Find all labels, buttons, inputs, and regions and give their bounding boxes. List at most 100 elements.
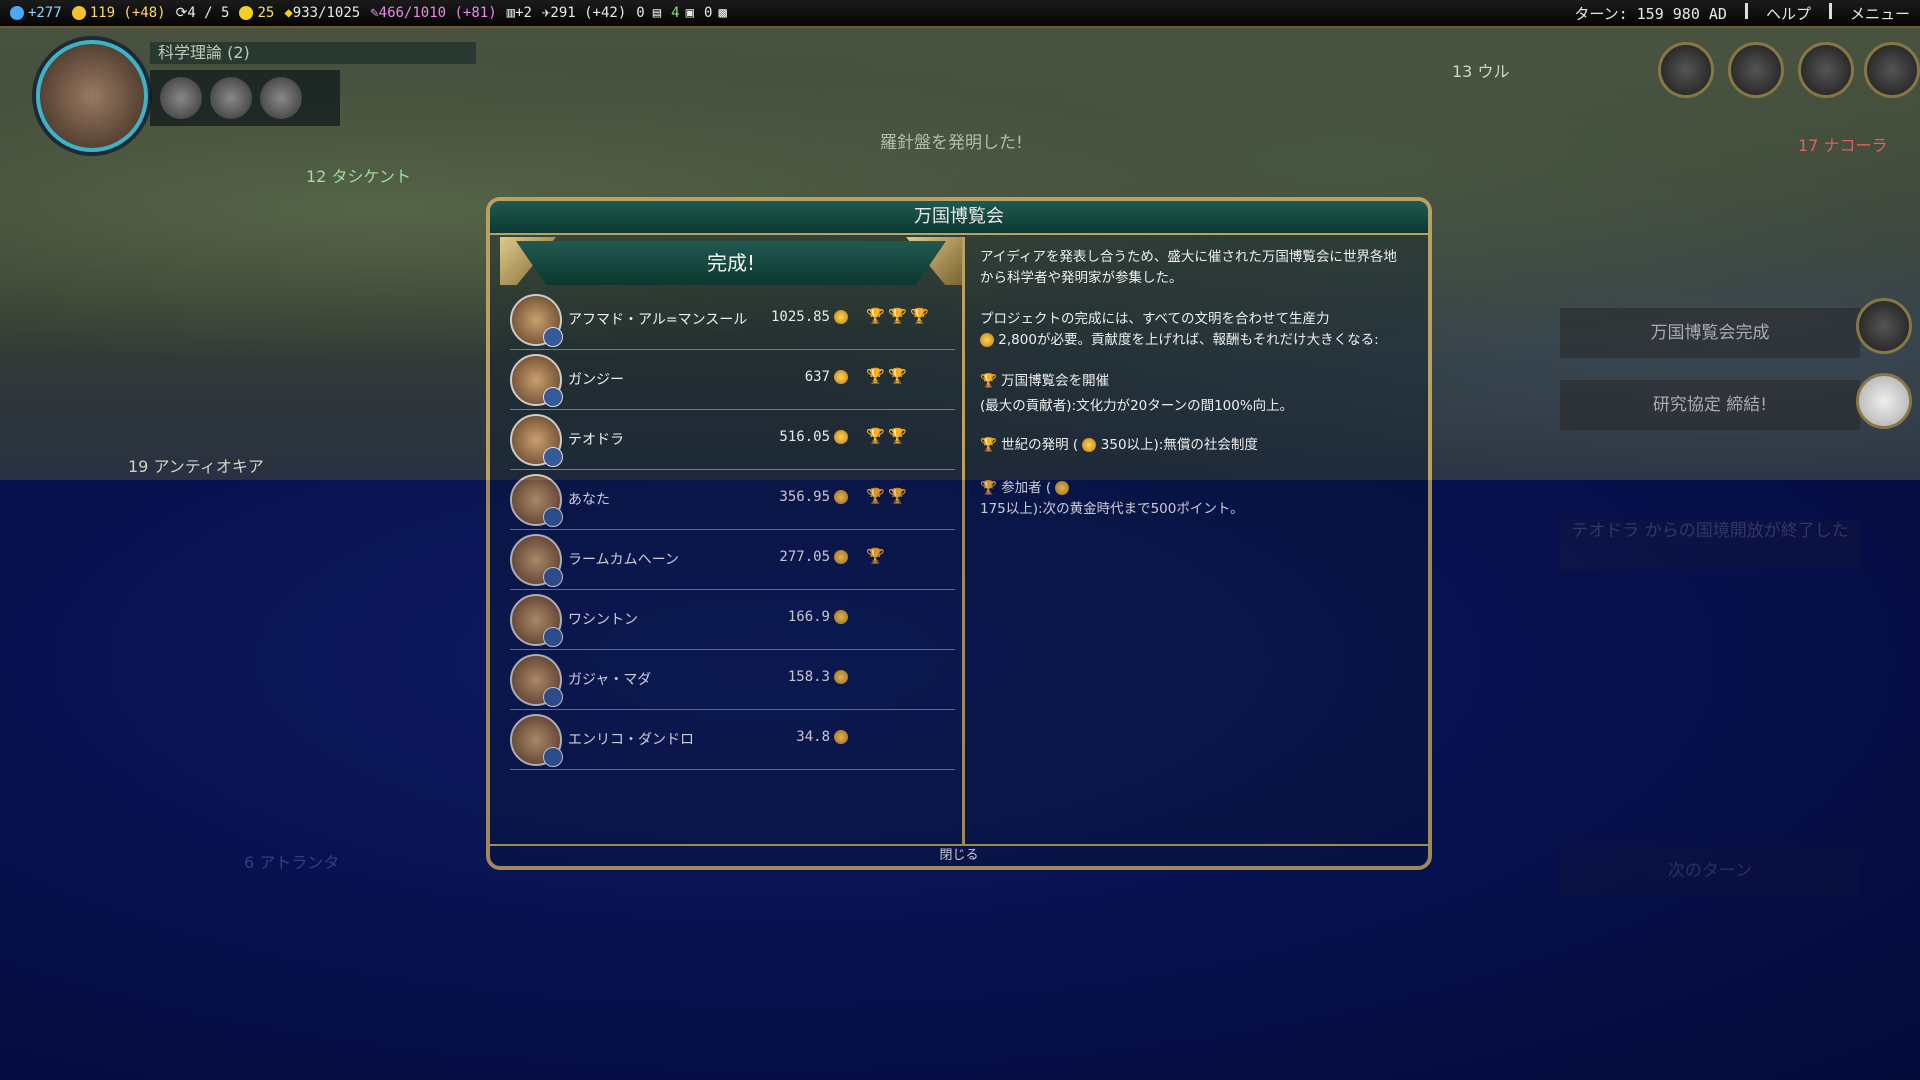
leader-avatar [510,354,563,407]
faith-stat[interactable]: ✈ 291 (+42) [542,5,626,21]
count-a-value: 0 [636,5,645,21]
science-icon [10,6,24,20]
resource-a-icon: ▤ [652,5,662,21]
culture-stat[interactable]: ✎ 466/1010 (+81) [370,5,496,21]
count-c-value: 0 [704,5,713,21]
resource-c-icon: ▩ [718,5,727,21]
production-icon [1082,438,1097,452]
golden-age-stat[interactable]: ◆ 933/1025 [284,5,360,21]
leader-avatar [510,294,563,347]
happiness-value: 25 [257,5,275,21]
bronze-trophy-icon: 🏆 [866,307,885,325]
gold-stat[interactable]: 119 (+48) [71,5,166,21]
tourism-value: +2 [515,5,532,21]
trade-route-icon: ⟳ [175,5,188,21]
current-research[interactable]: 科学理論 (2) [150,42,476,64]
gold-icon [71,6,86,20]
trade-route-value: 4 / 5 [187,5,230,21]
menu-button[interactable]: メニュー [1850,3,1910,24]
count-b-value: 4 [671,5,680,21]
close-icon[interactable] [1856,373,1912,429]
civ-emblem-icon [543,387,563,407]
bronze-trophy-icon: 🏆 [866,427,885,445]
gold-trophy-icon: 🏆 [910,307,929,325]
contribution-value: 1025.85 [770,309,830,325]
production-icon [980,333,994,347]
turn-counter: ターン: 159 980 AD [1574,5,1727,23]
reward-host-title: 万国博覧会を開催 [1001,373,1110,389]
notification-icon[interactable] [1856,298,1912,354]
reward-host-body: (最大の貢献者):文化力が20ターンの間100%向上。 [980,398,1294,414]
silver-trophy-icon: 🏆 [888,367,907,385]
gear-icon[interactable] [260,77,302,119]
golden-age-icon: ◆ [284,5,293,21]
notification-fair-complete[interactable]: 万国博覧会完成 [1560,308,1860,358]
count-a-stat[interactable]: 0 ▤ [636,5,661,21]
world-congress-icon[interactable] [1864,42,1920,98]
top-resource-bar: +277 119 (+48) ⟳ 4 / 5 25 ◆ 933/1025 ✎ 466… [0,0,1920,28]
civ-emblem-icon [543,327,563,347]
reward-invention-title: 世紀の発明 [1001,437,1069,453]
description-requirement: プロジェクトの完成には、すべての文明を合わせて生産力 2,800が必要。貢献度を… [980,309,1400,351]
science-stat[interactable]: +277 [10,5,62,21]
trade-route-stat[interactable]: ⟳ 4 / 5 [176,5,230,21]
gold-trophy-icon: 🏆 [980,373,997,389]
city-banner-17[interactable]: 17 ナコーラ [1798,132,1887,156]
table-row[interactable]: アフマド・アル=マンスール 1025.85 🏆 🏆 🏆 [510,289,955,350]
resource-b-icon: ▣ [685,5,694,21]
description-intro: アイディアを発表し合うため、盛大に催された万国博覧会に世界各地から科学者や発明家… [980,249,1397,286]
table-row[interactable]: テオドラ 516.05 🏆 🏆 [510,409,955,470]
requirement-text-a: プロジェクトの完成には、すべての文明を合わせて生産力 [980,311,1330,327]
separator [1744,3,1748,19]
dialog-title: 万国博覧会 [490,201,1428,235]
production-icon [834,370,848,384]
culture-icon: ✎ [370,5,379,21]
reward-invention: 🏆 世紀の発明 ( 350以上):無償の社会制度 [980,437,1258,453]
silver-trophy-icon: 🏆 [980,437,997,453]
help-button[interactable]: ヘルプ [1766,3,1811,24]
leader-name: テオドラ [568,432,624,448]
production-icon [834,430,848,444]
happiness-icon [239,6,254,20]
military-icon[interactable] [1798,42,1854,98]
culture-value: 466/1010 (+81) [378,5,497,21]
city-banner-tashkent[interactable]: 12 タシケント [306,163,411,187]
city-banner-ur[interactable]: 13 ウル [1452,58,1509,82]
count-c-stat[interactable]: 0 ▩ [704,5,727,21]
contribution-value: 516.05 [779,429,830,445]
separator [1828,3,1832,19]
table-row[interactable]: ガンジー 637 🏆 🏆 [510,349,955,410]
gear-icon[interactable] [210,77,252,119]
reward-host: 🏆 万国博覧会を開催 [980,371,1400,392]
faith-value: 291 (+42) [550,5,627,21]
overlay-tint [0,480,1920,1080]
espionage-icon[interactable] [1658,42,1714,98]
golden-age-value: 933/1025 [292,5,361,21]
leader-avatar [510,414,563,467]
silver-trophy-icon: 🏆 [888,307,907,325]
production-icon [834,310,848,324]
notification-research-agreement[interactable]: 研究協定 締結! [1560,380,1860,430]
count-b-stat[interactable]: 4 ▣ [671,5,694,21]
science-value: +277 [28,5,62,21]
leader-name: ガンジー [568,372,624,388]
silver-trophy-icon: 🏆 [888,427,907,445]
notification-toast: 羅針盤を発明した! [880,133,1023,153]
research-unlocks [150,70,340,126]
leader-name: アフマド・アル=マンスール [568,312,748,328]
reward-invention-body: 350以上):無償の社会制度 [1100,437,1258,453]
research-advisor-portrait[interactable] [36,40,148,152]
gold-value: 119 (+48) [89,5,166,21]
diplomacy-icon[interactable] [1728,42,1784,98]
civ-emblem-icon [543,447,563,467]
city-banner-antioch[interactable]: 19 アンティオキア [128,453,264,477]
complete-banner: 完成! [516,241,946,285]
bronze-trophy-icon: 🏆 [866,367,885,385]
faith-icon: ✈ [541,5,551,21]
building-icon[interactable] [160,77,202,119]
tourism-icon: ▥ [506,5,516,21]
tourism-stat[interactable]: ▥ +2 [507,5,532,21]
requirement-text-b: 2,800が必要。貢献度を上げれば、報酬もそれだけ大きくなる: [998,332,1379,348]
happiness-stat[interactable]: 25 [239,5,274,21]
contribution-value: 637 [804,369,830,385]
